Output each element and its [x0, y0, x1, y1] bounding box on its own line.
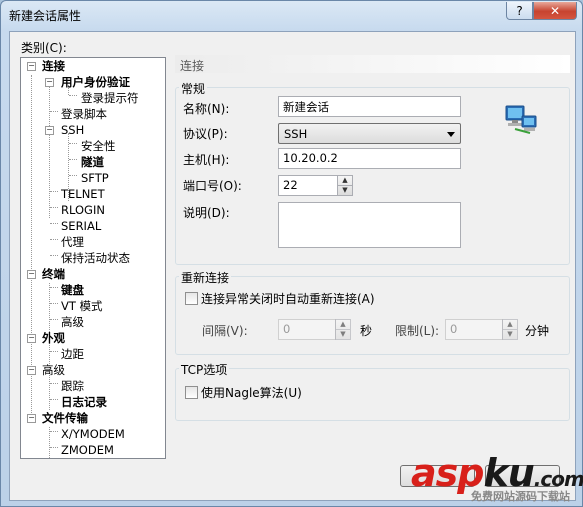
dialog-client: 类别(C): − − − − − − − 连接 用户身份验证 登录提示符 登录脚… — [9, 31, 576, 501]
tree-item-ssh[interactable]: SSH — [61, 123, 84, 138]
collapse-terminal-icon[interactable]: − — [27, 270, 36, 279]
name-input[interactable]: 新建会话 — [278, 96, 461, 117]
interval-label: 间隔(V): — [202, 324, 248, 338]
tree-item-trace[interactable]: 跟踪 — [61, 379, 84, 394]
tree-item-advanced[interactable]: 高级 — [42, 363, 65, 378]
limit-input[interactable]: 0 — [445, 319, 503, 340]
tree-item-proxy[interactable]: 代理 — [61, 235, 84, 250]
close-button[interactable]: ✕ — [533, 2, 577, 20]
collapse-connection-icon[interactable]: − — [27, 62, 36, 71]
tree-item-zmodem[interactable]: ZMODEM — [61, 443, 114, 458]
nagle-checkbox[interactable] — [185, 386, 198, 399]
watermark-subtitle: 免费网站源码下载站 — [471, 490, 570, 503]
protocol-select[interactable]: SSH — [278, 123, 461, 144]
tree-item-rlogin[interactable]: RLOGIN — [61, 203, 105, 218]
tree-item-tunnel[interactable]: 隧道 — [81, 155, 104, 170]
name-label: 名称(N): — [183, 102, 230, 116]
tree-item-keepalive[interactable]: 保持活动状态 — [61, 251, 130, 266]
panel-header-label: 连接 — [180, 59, 205, 73]
limit-unit: 分钟 — [525, 324, 550, 338]
auto-reconnect-label[interactable]: 连接异常关闭时自动重新连接(A) — [201, 290, 375, 307]
general-group-title: 常规 — [179, 80, 208, 97]
limit-spinner[interactable]: ▲ ▼ — [502, 319, 518, 340]
spin-down-icon[interactable]: ▼ — [338, 186, 352, 196]
port-label: 端口号(O): — [183, 179, 242, 193]
host-label: 主机(H): — [183, 153, 230, 167]
tcp-group-title: TCP选项 — [179, 361, 230, 378]
spin-up-icon[interactable]: ▲ — [503, 320, 517, 330]
tree-item-login-script[interactable]: 登录脚本 — [61, 107, 107, 122]
reconnect-group — [175, 276, 570, 355]
tree-item-serial[interactable]: SERIAL — [61, 219, 101, 234]
port-input[interactable]: 22 — [278, 175, 338, 196]
description-label: 说明(D): — [183, 206, 230, 220]
tree-item-xymodem[interactable]: X/YMODEM — [61, 427, 125, 442]
network-computer-icon — [505, 105, 537, 134]
tree-item-login-prompt[interactable]: 登录提示符 — [81, 91, 139, 106]
spin-up-icon[interactable]: ▲ — [336, 320, 350, 330]
auto-reconnect-checkbox[interactable] — [185, 292, 198, 305]
reconnect-group-title: 重新连接 — [179, 269, 232, 286]
tree-item-vt-mode[interactable]: VT 模式 — [61, 299, 103, 314]
category-label: 类别(C): — [21, 41, 67, 55]
description-textarea[interactable] — [278, 202, 461, 248]
collapse-ssh-icon[interactable]: − — [45, 126, 54, 135]
spin-down-icon[interactable]: ▼ — [336, 330, 350, 340]
spin-down-icon[interactable]: ▼ — [503, 330, 517, 340]
host-input[interactable]: 10.20.0.2 — [278, 148, 461, 169]
tree-item-terminal-advanced[interactable]: 高级 — [61, 315, 84, 330]
help-button[interactable]: ? — [506, 2, 533, 20]
tree-item-user-auth[interactable]: 用户身份验证 — [61, 75, 130, 90]
interval-input[interactable]: 0 — [278, 319, 336, 340]
port-spinner[interactable]: ▲ ▼ — [337, 175, 353, 196]
tree-item-file-transfer[interactable]: 文件传输 — [42, 411, 88, 426]
tree-item-logging[interactable]: 日志记录 — [61, 395, 107, 410]
dialog-window: 新建会话属性 ? ✕ 类别(C): − − − − − − − 连接 用户身份验… — [0, 0, 583, 507]
collapse-auth-icon[interactable]: − — [45, 78, 54, 87]
chevron-down-icon — [447, 132, 455, 137]
panel-header: 连接 — [175, 55, 570, 73]
interval-spinner[interactable]: ▲ ▼ — [335, 319, 351, 340]
nagle-label[interactable]: 使用Nagle算法(U) — [201, 384, 302, 401]
window-title: 新建会话属性 — [9, 9, 82, 23]
limit-label: 限制(L): — [395, 324, 440, 338]
spin-up-icon[interactable]: ▲ — [338, 176, 352, 186]
collapse-filetransfer-icon[interactable]: − — [27, 414, 36, 423]
tree-item-margin[interactable]: 边距 — [61, 347, 84, 362]
tree-item-appearance[interactable]: 外观 — [42, 331, 65, 346]
watermark: aspku.com 免费网站源码下载站 — [411, 451, 583, 505]
tree-item-sftp[interactable]: SFTP — [81, 171, 109, 186]
collapse-appearance-icon[interactable]: − — [27, 334, 36, 343]
interval-unit: 秒 — [360, 324, 373, 338]
tree-item-connection[interactable]: 连接 — [42, 59, 65, 74]
tree-item-telnet[interactable]: TELNET — [61, 187, 105, 202]
tree-item-keyboard[interactable]: 键盘 — [61, 283, 84, 298]
category-tree[interactable]: − − − − − − − 连接 用户身份验证 登录提示符 登录脚本 SSH 安… — [20, 57, 166, 459]
tree-item-security[interactable]: 安全性 — [81, 139, 116, 154]
tree-item-terminal[interactable]: 终端 — [42, 267, 65, 282]
protocol-select-value: SSH — [284, 127, 308, 141]
protocol-label: 协议(P): — [183, 127, 228, 141]
collapse-advanced-icon[interactable]: − — [27, 366, 36, 375]
